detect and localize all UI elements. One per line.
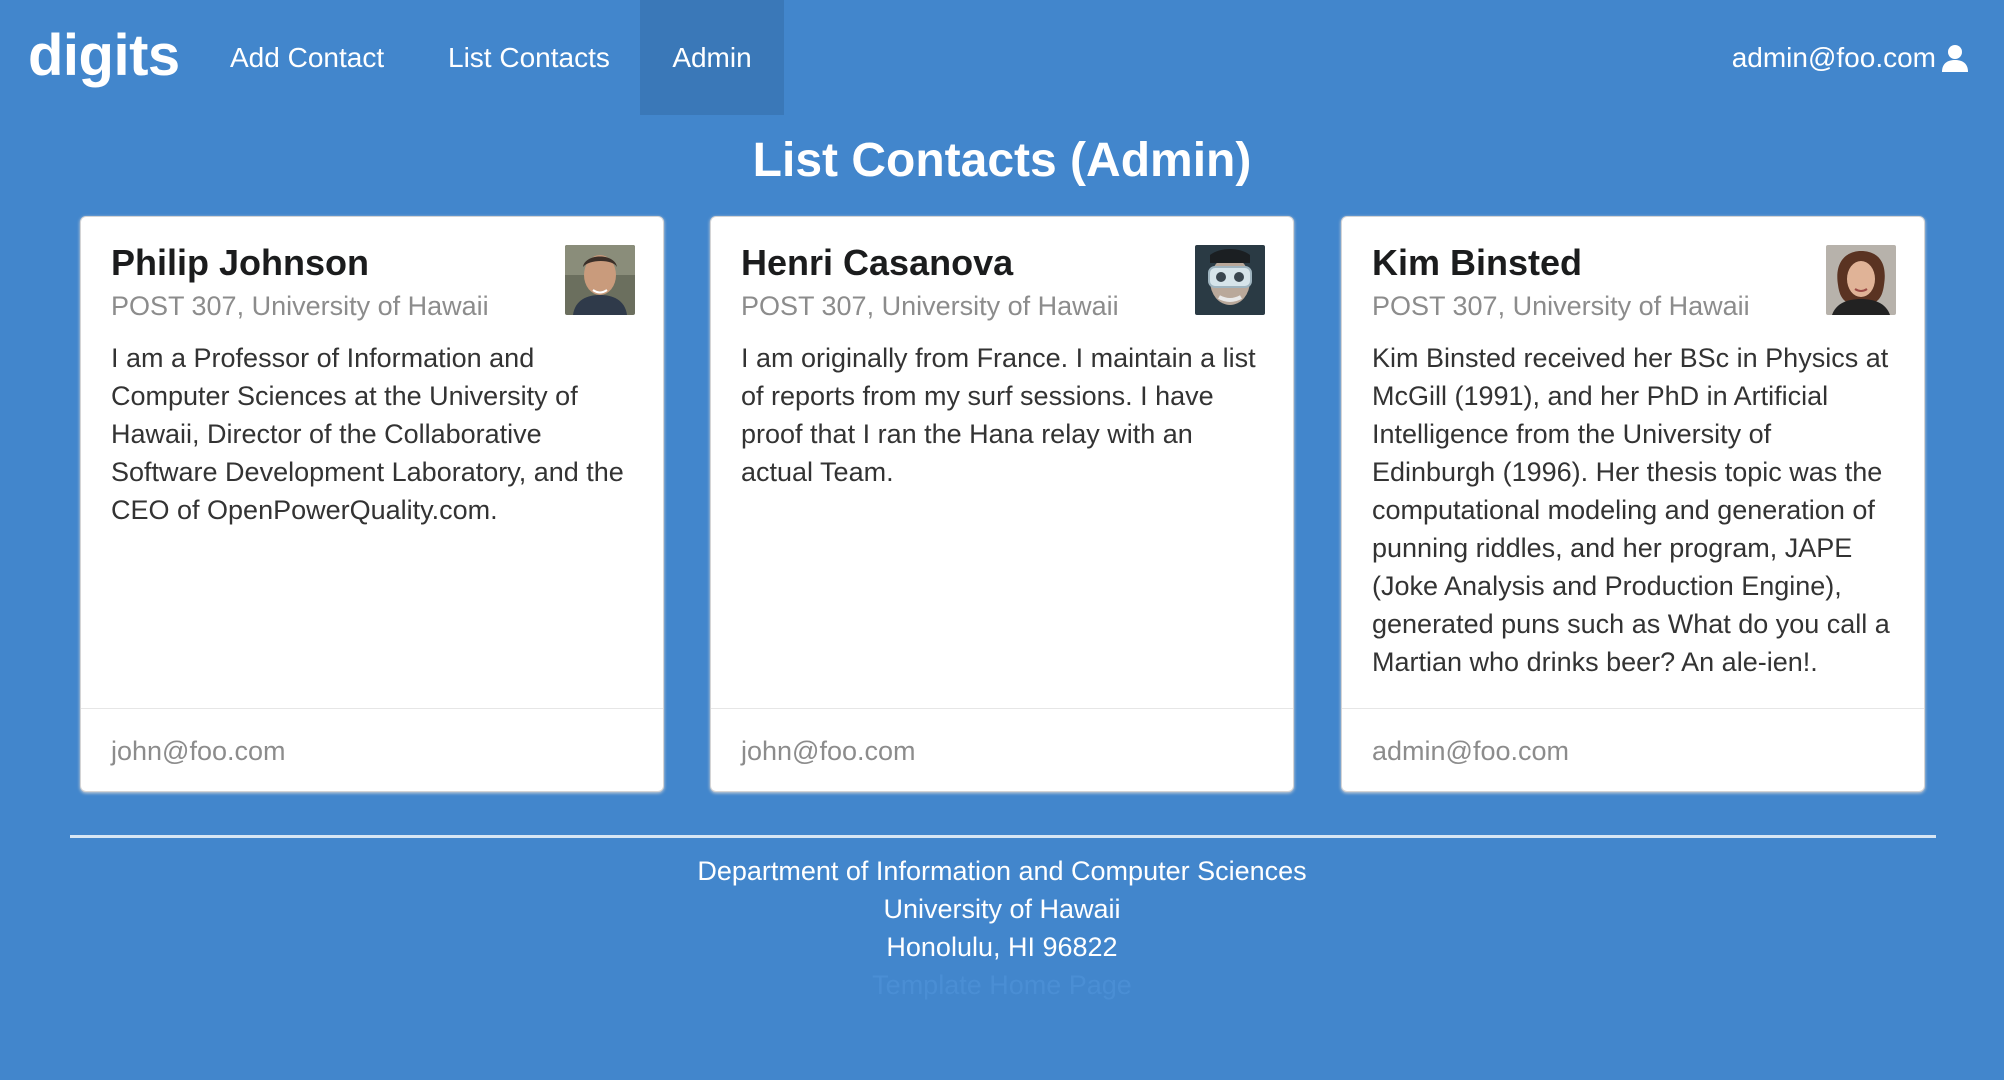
footer-address: Honolulu, HI 96822 bbox=[886, 932, 1118, 962]
template-home-link[interactable]: Template Home Page bbox=[0, 966, 2004, 1004]
top-navbar: digits Add Contact List Contacts Admin a… bbox=[0, 0, 2004, 115]
contact-name: Philip Johnson bbox=[111, 242, 369, 283]
user-icon bbox=[1940, 43, 1970, 73]
contact-card: Kim Binsted POST 307, University of Hawa… bbox=[1341, 216, 1925, 792]
card-content: Henri Casanova POST 307, University of H… bbox=[711, 217, 1293, 707]
footer-university: University of Hawaii bbox=[883, 894, 1121, 924]
nav-list-contacts[interactable]: List Contacts bbox=[416, 0, 642, 115]
nav-add-contact[interactable]: Add Contact bbox=[198, 0, 416, 115]
contact-address: POST 307, University of Hawaii bbox=[1372, 291, 1750, 321]
card-content: Kim Binsted POST 307, University of Hawa… bbox=[1342, 217, 1924, 707]
contact-description: Kim Binsted received her BSc in Physics … bbox=[1372, 343, 1890, 677]
contact-description: I am originally from France. I maintain … bbox=[741, 343, 1256, 487]
contact-description: I am a Professor of Information and Comp… bbox=[111, 343, 624, 525]
card-content: Philip Johnson POST 307, University of H… bbox=[81, 217, 663, 707]
contact-owner: john@foo.com bbox=[81, 708, 663, 792]
contact-owner: admin@foo.com bbox=[1342, 708, 1924, 792]
footer-divider bbox=[70, 835, 1936, 838]
contact-name: Henri Casanova bbox=[741, 242, 1014, 283]
contact-address: POST 307, University of Hawaii bbox=[111, 291, 489, 321]
contact-address: POST 307, University of Hawaii bbox=[741, 291, 1119, 321]
portrait-photo-icon bbox=[1826, 245, 1896, 315]
portrait-photo-icon bbox=[565, 245, 635, 315]
portrait-photo-icon bbox=[1195, 245, 1265, 315]
contact-card: Henri Casanova POST 307, University of H… bbox=[710, 216, 1294, 792]
page-title: List Contacts (Admin) bbox=[752, 134, 1252, 187]
contact-name: Kim Binsted bbox=[1372, 242, 1583, 283]
contact-card: Philip Johnson POST 307, University of H… bbox=[80, 216, 664, 792]
nav-admin[interactable]: Admin bbox=[640, 0, 784, 115]
footer: Department of Information and Computer S… bbox=[0, 852, 2004, 1004]
user-email: admin@foo.com bbox=[1731, 41, 1936, 73]
footer-department: Department of Information and Computer S… bbox=[697, 856, 1307, 886]
brand-logo[interactable]: digits bbox=[28, 16, 180, 96]
contact-owner: john@foo.com bbox=[711, 708, 1293, 792]
user-menu[interactable]: admin@foo.com bbox=[1732, 0, 1970, 115]
